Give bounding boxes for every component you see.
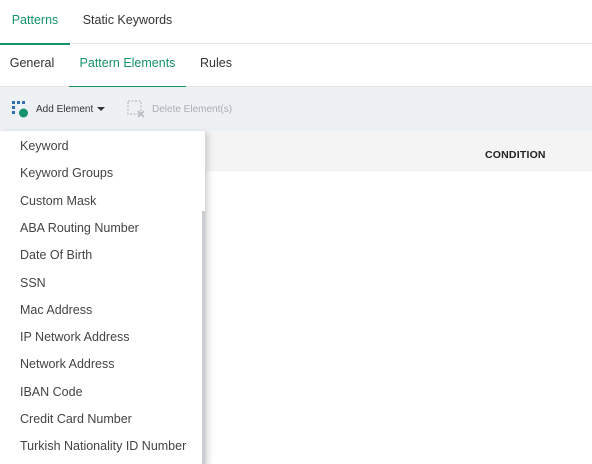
chevron-down-icon: [97, 107, 106, 111]
tab-general[interactable]: General: [0, 44, 64, 87]
dropdown-item-ssn[interactable]: SSN: [0, 270, 203, 297]
column-header-condition[interactable]: CONDITION: [485, 131, 546, 179]
add-element-dropdown: Keyword Keyword Groups Custom Mask ABA Rout…: [0, 131, 206, 464]
dropdown-item-keyword-groups[interactable]: Keyword Groups: [0, 160, 203, 187]
tab-pattern-elements[interactable]: Pattern Elements: [69, 44, 186, 88]
tab-static-keywords[interactable]: Static Keywords: [70, 0, 185, 44]
toolbar: Add Element Delete Element(s): [0, 87, 592, 131]
add-element-button[interactable]: Add Element: [10, 87, 106, 131]
sub-tab-bar: General Pattern Elements Rules: [0, 44, 592, 88]
tab-rules[interactable]: Rules: [192, 44, 240, 87]
dropdown-item-mac-address[interactable]: Mac Address: [0, 297, 203, 324]
dropdown-item-keyword[interactable]: Keyword: [0, 133, 203, 160]
dropdown-item-turkish-nationality-id-number[interactable]: Turkish Nationality ID Number: [0, 433, 203, 460]
dropdown-item-date-of-birth[interactable]: Date Of Birth: [0, 242, 203, 269]
tab-patterns[interactable]: Patterns: [0, 0, 70, 45]
dropdown-item-iban-code[interactable]: IBAN Code: [0, 379, 203, 406]
add-element-icon: [12, 101, 28, 118]
dropdown-scrollbar[interactable]: [202, 211, 205, 464]
dropdown-item-custom-mask[interactable]: Custom Mask: [0, 188, 203, 215]
dropdown-item-network-address[interactable]: Network Address: [0, 351, 203, 378]
delete-element-button[interactable]: Delete Element(s): [126, 87, 232, 131]
dropdown-item-aba-routing-number[interactable]: ABA Routing Number: [0, 215, 203, 242]
dropdown-item-credit-card-number[interactable]: Credit Card Number: [0, 406, 203, 433]
delete-element-label: Delete Element(s): [152, 103, 233, 115]
top-tab-bar: Patterns Static Keywords: [0, 0, 592, 45]
dropdown-item-ip-network-address[interactable]: IP Network Address: [0, 324, 203, 351]
add-element-label: Add Element: [36, 103, 94, 115]
delete-element-icon: [127, 100, 145, 118]
